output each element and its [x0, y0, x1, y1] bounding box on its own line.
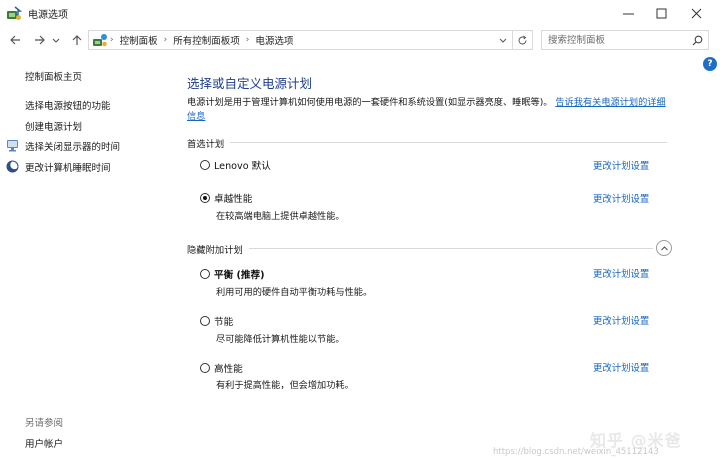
plan-lenovo-default[interactable]: Lenovo 默认: [200, 158, 271, 172]
maximize-button[interactable]: [645, 0, 677, 26]
arrow-up-icon: [72, 35, 82, 45]
plan-description: 有利于提高性能，但会增加功耗。: [216, 380, 354, 391]
section-divider: [187, 142, 667, 143]
search-icon[interactable]: [692, 35, 703, 46]
section-divider: [187, 248, 653, 249]
power-options-app-icon: [7, 6, 22, 20]
refresh-button[interactable]: [513, 30, 533, 50]
close-icon: [691, 8, 701, 18]
sidebar-item-user-accounts[interactable]: 用户帐户: [25, 436, 63, 450]
plan-radio[interactable]: [200, 316, 210, 326]
sidebar-item-display-off[interactable]: 选择关闭显示器的时间: [25, 139, 120, 153]
plan-high-performance[interactable]: 高性能: [200, 361, 243, 375]
plan-name: Lenovo 默认: [214, 161, 271, 172]
navigation-bar: › 控制面板 › 所有控制面板项 › 电源选项: [0, 27, 720, 53]
plan-description: 利用可用的硬件自动平衡功耗与性能。: [216, 287, 373, 298]
chevron-down-icon: [52, 38, 60, 43]
forward-button[interactable]: [31, 30, 49, 50]
plan-radio[interactable]: [200, 363, 210, 373]
hidden-plans-label: 隐藏附加计划: [187, 242, 249, 256]
breadcrumb-separator-icon: ›: [163, 35, 168, 45]
sidebar-item-create-plan[interactable]: 创建电源计划: [25, 119, 82, 133]
recent-locations-button[interactable]: [50, 30, 62, 50]
arrow-right-icon: [35, 35, 45, 45]
plan-radio[interactable]: [200, 160, 210, 170]
breadcrumb-control-panel[interactable]: 控制面板: [120, 33, 158, 47]
plan-description: 尽可能降低计算机性能以节能。: [216, 334, 345, 345]
control-panel-icon: [93, 34, 107, 47]
search-input[interactable]: [542, 31, 687, 49]
plan-radio-selected[interactable]: [200, 193, 210, 203]
arrow-left-icon: [10, 35, 20, 45]
plan-name: 节能: [214, 317, 234, 328]
plan-name: 平衡 (推荐): [214, 270, 265, 281]
search-box[interactable]: [541, 30, 709, 50]
plan-description: 在较高端电脑上提供卓越性能。: [216, 211, 345, 222]
monitor-icon: [7, 140, 18, 152]
watermark-url: https://blog.csdn.net/weixin_45112143: [493, 447, 659, 457]
sidebar-item-sleep-time[interactable]: 更改计算机睡眠时间: [25, 160, 111, 174]
close-button[interactable]: [680, 0, 712, 26]
plan-name: 卓越性能: [214, 194, 253, 205]
breadcrumb-separator-icon: ›: [110, 35, 114, 45]
change-plan-settings-link[interactable]: 更改计划设置: [593, 191, 649, 205]
see-also-label: 另请参阅: [25, 418, 64, 429]
breadcrumb-all-items[interactable]: 所有控制面板项: [173, 33, 240, 47]
up-button[interactable]: [68, 30, 86, 50]
back-button[interactable]: [6, 30, 24, 50]
plan-name: 高性能: [214, 364, 243, 375]
plan-ultimate-performance[interactable]: 卓越性能: [200, 191, 252, 205]
change-plan-settings-link[interactable]: 更改计划设置: [593, 266, 649, 280]
title-bar: 电源选项: [0, 0, 720, 26]
plan-balanced[interactable]: 平衡 (推荐): [200, 267, 264, 281]
plan-power-saver[interactable]: 节能: [200, 314, 233, 328]
change-plan-settings-link[interactable]: 更改计划设置: [593, 360, 649, 374]
breadcrumb-power-options[interactable]: 电源选项: [255, 33, 293, 47]
page-title: 选择或自定义电源计划: [187, 76, 313, 91]
chevron-up-icon: [660, 245, 668, 250]
sidebar-item-power-button[interactable]: 选择电源按钮的功能: [25, 98, 111, 112]
change-plan-settings-link[interactable]: 更改计划设置: [593, 313, 649, 327]
sidebar-control-panel-home[interactable]: 控制面板主页: [25, 69, 82, 83]
plan-radio[interactable]: [200, 269, 210, 279]
collapse-hidden-plans-button[interactable]: [656, 240, 672, 256]
address-dropdown-icon[interactable]: [498, 35, 508, 45]
moon-icon: [6, 160, 19, 173]
change-plan-settings-link[interactable]: 更改计划设置: [593, 158, 649, 172]
preferred-plans-label: 首选计划: [187, 136, 231, 150]
breadcrumb-separator-icon: ›: [245, 35, 250, 45]
page-description: 电源计划是用于管理计算机如何使用电源的一套硬件和系统设置(如显示器亮度、睡眠等)…: [187, 96, 672, 124]
maximize-icon: [656, 8, 666, 18]
address-bar[interactable]: › 控制面板 › 所有控制面板项 › 电源选项: [88, 30, 513, 50]
description-text: 电源计划是用于管理计算机如何使用电源的一套硬件和系统设置(如显示器亮度、睡眠等)…: [187, 97, 553, 108]
help-icon[interactable]: ?: [703, 57, 717, 71]
window-title: 电源选项: [28, 10, 68, 21]
minimize-button[interactable]: [612, 0, 644, 26]
refresh-icon: [518, 35, 527, 44]
minimize-icon: [622, 13, 634, 14]
